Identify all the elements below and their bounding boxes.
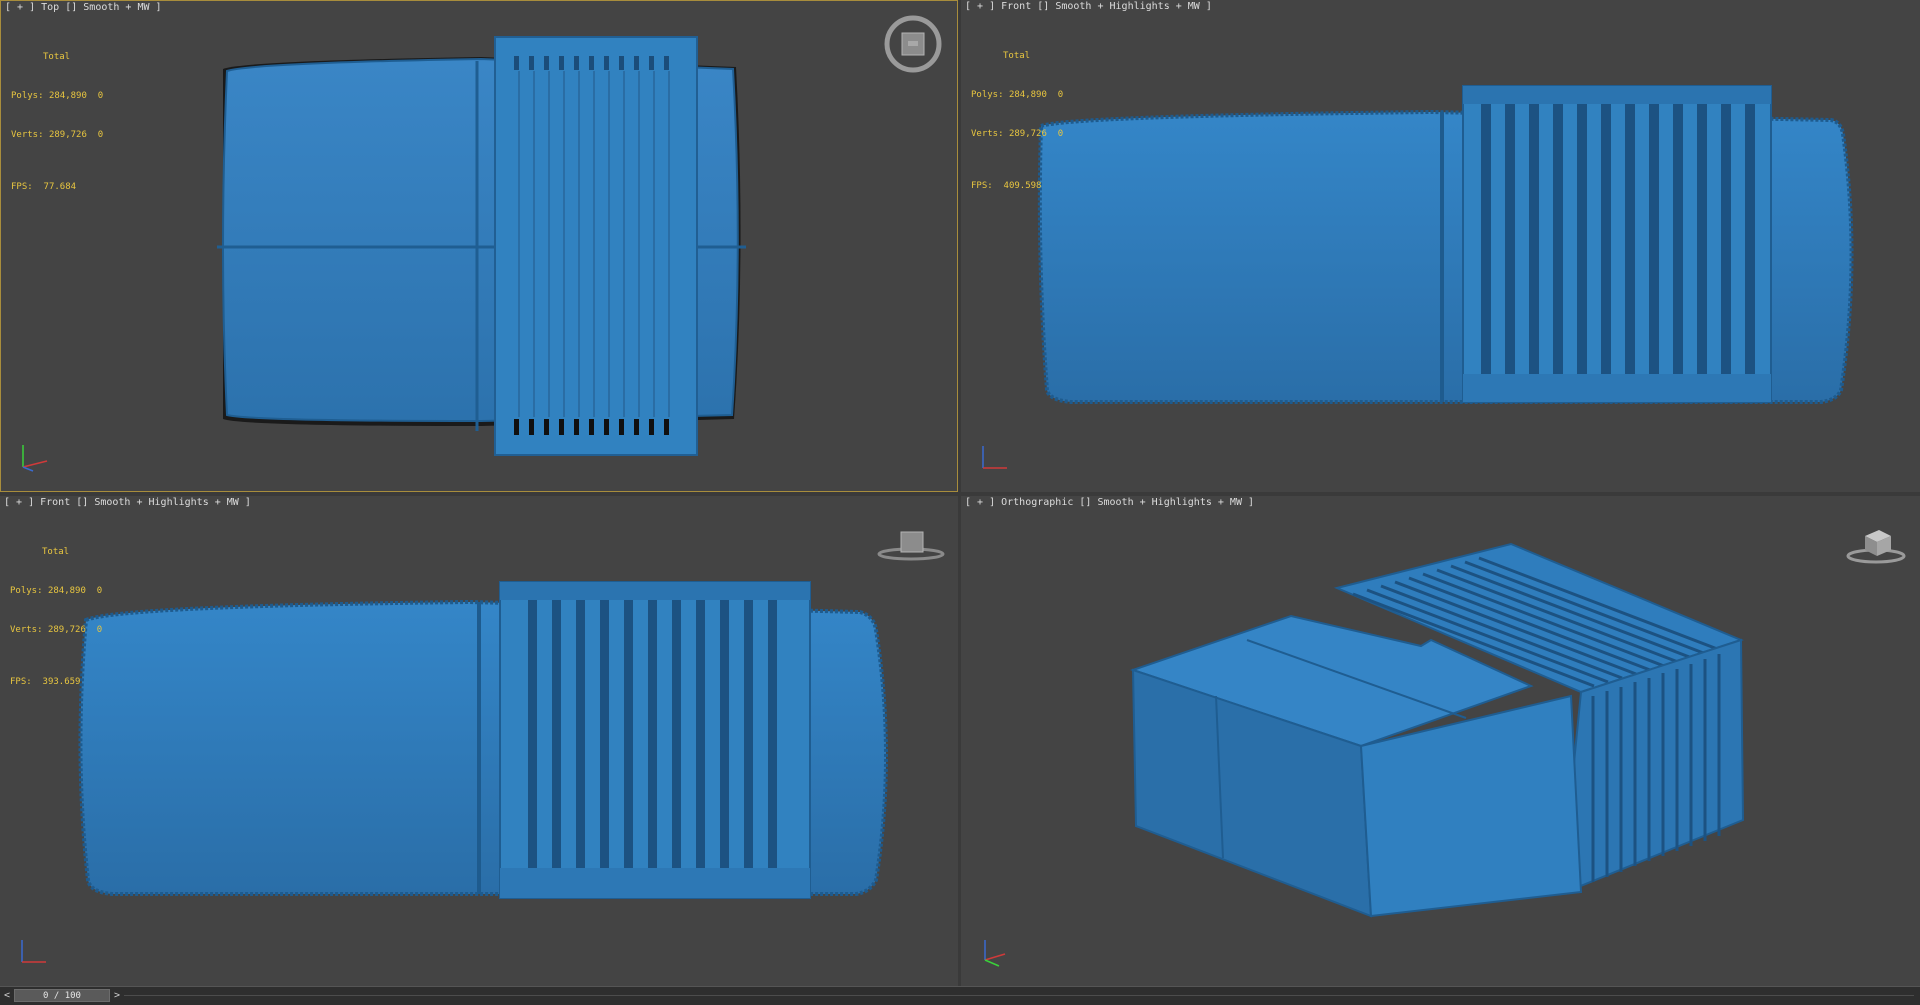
viewport-plus-menu[interactable]: [ + ] xyxy=(5,2,41,13)
model-front-view[interactable] xyxy=(0,496,958,986)
model-orthographic-view[interactable] xyxy=(961,496,1920,986)
viewport-orthographic[interactable]: [ + ] Orthographic [] Smooth + Highlight… xyxy=(961,496,1920,986)
label-separator: [] xyxy=(1031,1,1056,12)
stats-header: Total xyxy=(1003,51,1031,61)
label-suffix: ] xyxy=(149,2,162,13)
viewport-front-2[interactable]: [ + ] Front [] Smooth + Highlights + MW … xyxy=(0,496,958,986)
label-suffix: ] xyxy=(1241,497,1255,508)
stats-header: Total xyxy=(43,52,71,62)
label-suffix: ] xyxy=(1199,1,1212,12)
viewport-label[interactable]: [ + ] Front [] Smooth + Highlights + MW … xyxy=(4,497,251,508)
statistics-overlay: Total Polys: 284,890 0 Verts: 289,726 0 … xyxy=(11,25,103,220)
viewport-view-menu[interactable]: Front xyxy=(40,497,70,508)
viewport-view-menu[interactable]: Top xyxy=(41,2,59,13)
stats-polys: Polys: 284,890 0 xyxy=(10,586,103,596)
timeline-frame-slider[interactable]: 0 / 100 xyxy=(14,989,110,1002)
viewcube-icon[interactable] xyxy=(876,526,946,562)
viewport-top[interactable]: [ + ] Top [] Smooth + MW ] Total Polys: … xyxy=(0,0,958,492)
label-separator: [] xyxy=(70,497,95,508)
viewport-label[interactable]: [ + ] Top [] Smooth + MW ] xyxy=(5,2,162,13)
axis-tripod-icon xyxy=(22,445,48,472)
viewport-label[interactable]: [ + ] Front [] Smooth + Highlights + MW … xyxy=(965,1,1212,12)
viewport-plus-menu[interactable]: [ + ] xyxy=(965,497,1001,508)
stats-fps: FPS: 393.659 xyxy=(10,677,81,687)
axis-tripod-icon xyxy=(984,940,1006,967)
model-front-view[interactable] xyxy=(961,0,1920,492)
stats-fps: FPS: 77.684 xyxy=(11,182,77,192)
timeline-prev-button[interactable]: < xyxy=(2,989,12,1002)
stats-verts: Verts: 289,726 0 xyxy=(11,130,104,140)
viewport-plus-menu[interactable]: [ + ] xyxy=(965,1,1001,12)
viewcube-icon[interactable] xyxy=(1845,524,1907,566)
axis-tripod-icon xyxy=(21,940,46,963)
timeline-next-button[interactable]: > xyxy=(112,989,122,1002)
statistics-overlay: Total Polys: 284,890 0 Verts: 289,726 0 … xyxy=(971,24,1063,219)
viewcube-icon[interactable] xyxy=(884,15,942,73)
stats-fps: FPS: 409.598 xyxy=(971,181,1042,191)
stats-verts: Verts: 289,726 0 xyxy=(10,625,103,635)
label-suffix: ] xyxy=(238,497,251,508)
viewport-view-menu[interactable]: Orthographic xyxy=(1001,497,1073,508)
timeline-bar: < 0 / 100 > xyxy=(0,986,1920,1005)
viewport-shading-menu[interactable]: Smooth + Highlights + MW xyxy=(1097,497,1242,508)
viewport-shading-menu[interactable]: Smooth + Highlights + MW xyxy=(1055,1,1200,12)
viewport-label[interactable]: [ + ] Orthographic [] Smooth + Highlight… xyxy=(965,497,1254,508)
stats-polys: Polys: 284,890 0 xyxy=(11,91,104,101)
axis-tripod-icon xyxy=(982,446,1007,469)
stats-header: Total xyxy=(42,547,70,557)
viewport-shading-menu[interactable]: Smooth + MW xyxy=(83,2,149,13)
viewport-shading-menu[interactable]: Smooth + Highlights + MW xyxy=(94,497,239,508)
label-separator: [] xyxy=(59,2,84,13)
statistics-overlay: Total Polys: 284,890 0 Verts: 289,726 0 … xyxy=(10,520,102,715)
stats-polys: Polys: 284,890 0 xyxy=(971,90,1064,100)
viewport-front-1[interactable]: [ + ] Front [] Smooth + Highlights + MW … xyxy=(961,0,1920,492)
timeline-track[interactable] xyxy=(124,995,1914,996)
model-top-view[interactable] xyxy=(1,1,958,492)
viewport-view-menu[interactable]: Front xyxy=(1001,1,1031,12)
stats-verts: Verts: 289,726 0 xyxy=(971,129,1064,139)
viewport-plus-menu[interactable]: [ + ] xyxy=(4,497,40,508)
label-separator: [] xyxy=(1073,497,1098,508)
